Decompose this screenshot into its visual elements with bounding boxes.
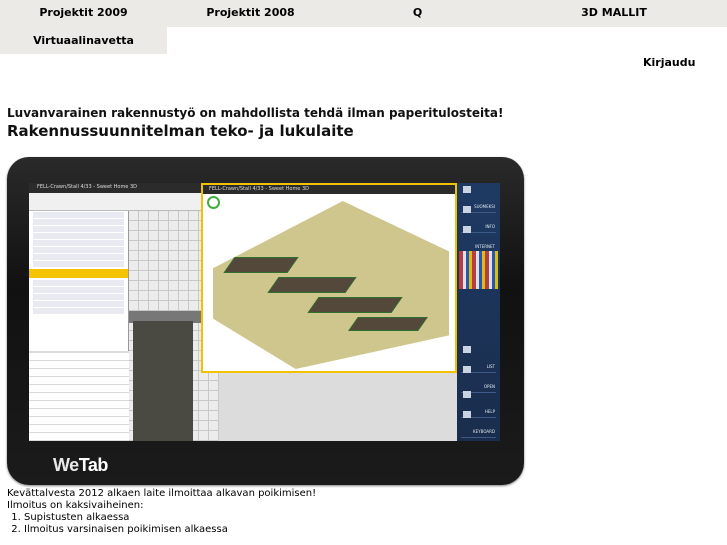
list-item: Supistusten alkaessa <box>24 512 507 524</box>
body-text: Kevättalvesta 2012 alkaen laite ilmoitta… <box>7 488 507 536</box>
tablet-image: FELL-Crawn/Stall 4/33 - Sweet Home 3D FE… <box>7 157 524 485</box>
list-item: Ilmoitus varsinaisen poikimisen alkaessa <box>24 524 507 536</box>
login-link[interactable]: Kirjaudu <box>643 56 695 69</box>
app-toolbar <box>29 193 207 211</box>
furniture-tree <box>29 211 129 351</box>
nav-projektit-2008[interactable]: Projektit 2008 <box>167 0 334 25</box>
tablet-screen: FELL-Crawn/Stall 4/33 - Sweet Home 3D FE… <box>29 183 500 441</box>
nav-q[interactable]: Q <box>334 0 501 25</box>
language-flags <box>459 251 498 289</box>
furniture-table <box>29 353 129 441</box>
side-panel: SUOMEKSI INFO INTERNET LIST OPEN HELP KE… <box>457 183 500 441</box>
app-title: FELL-Crawn/Stall 4/33 - Sweet Home 3D <box>37 184 138 190</box>
nav-3d-mallit[interactable]: 3D MALLIT <box>501 0 727 25</box>
phase-list: Supistusten alkaessa Ilmoitus varsinaise… <box>7 512 507 536</box>
lead-text: Luvanvarainen rakennustyö on mahdollista… <box>7 106 504 120</box>
sub-nav: Virtuaalinavetta <box>0 27 167 54</box>
3d-view: FELL-Crawn/Stall 4/33 - Sweet Home 3D <box>201 183 457 373</box>
3d-view-title: FELL-Crawn/Stall 4/33 - Sweet Home 3D <box>209 186 310 192</box>
nav-projektit-2009[interactable]: Projektit 2009 <box>0 0 167 25</box>
nav-virtuaalinavetta[interactable]: Virtuaalinavetta <box>0 27 167 54</box>
phases-text: Ilmoitus on kaksivaiheinen: <box>7 500 144 511</box>
navigation-compass-icon <box>207 196 220 209</box>
wetab-logo: WeTab <box>53 455 108 475</box>
intro-text: Kevättalvesta 2012 alkaen laite ilmoitta… <box>7 488 317 499</box>
page-title: Rakennussuunnitelman teko- ja lukulaite <box>7 122 354 140</box>
app-titlebar: FELL-Crawn/Stall 4/33 - Sweet Home 3D <box>29 183 207 193</box>
top-nav: Projektit 2009 Projektit 2008 Q 3D MALLI… <box>0 0 727 27</box>
